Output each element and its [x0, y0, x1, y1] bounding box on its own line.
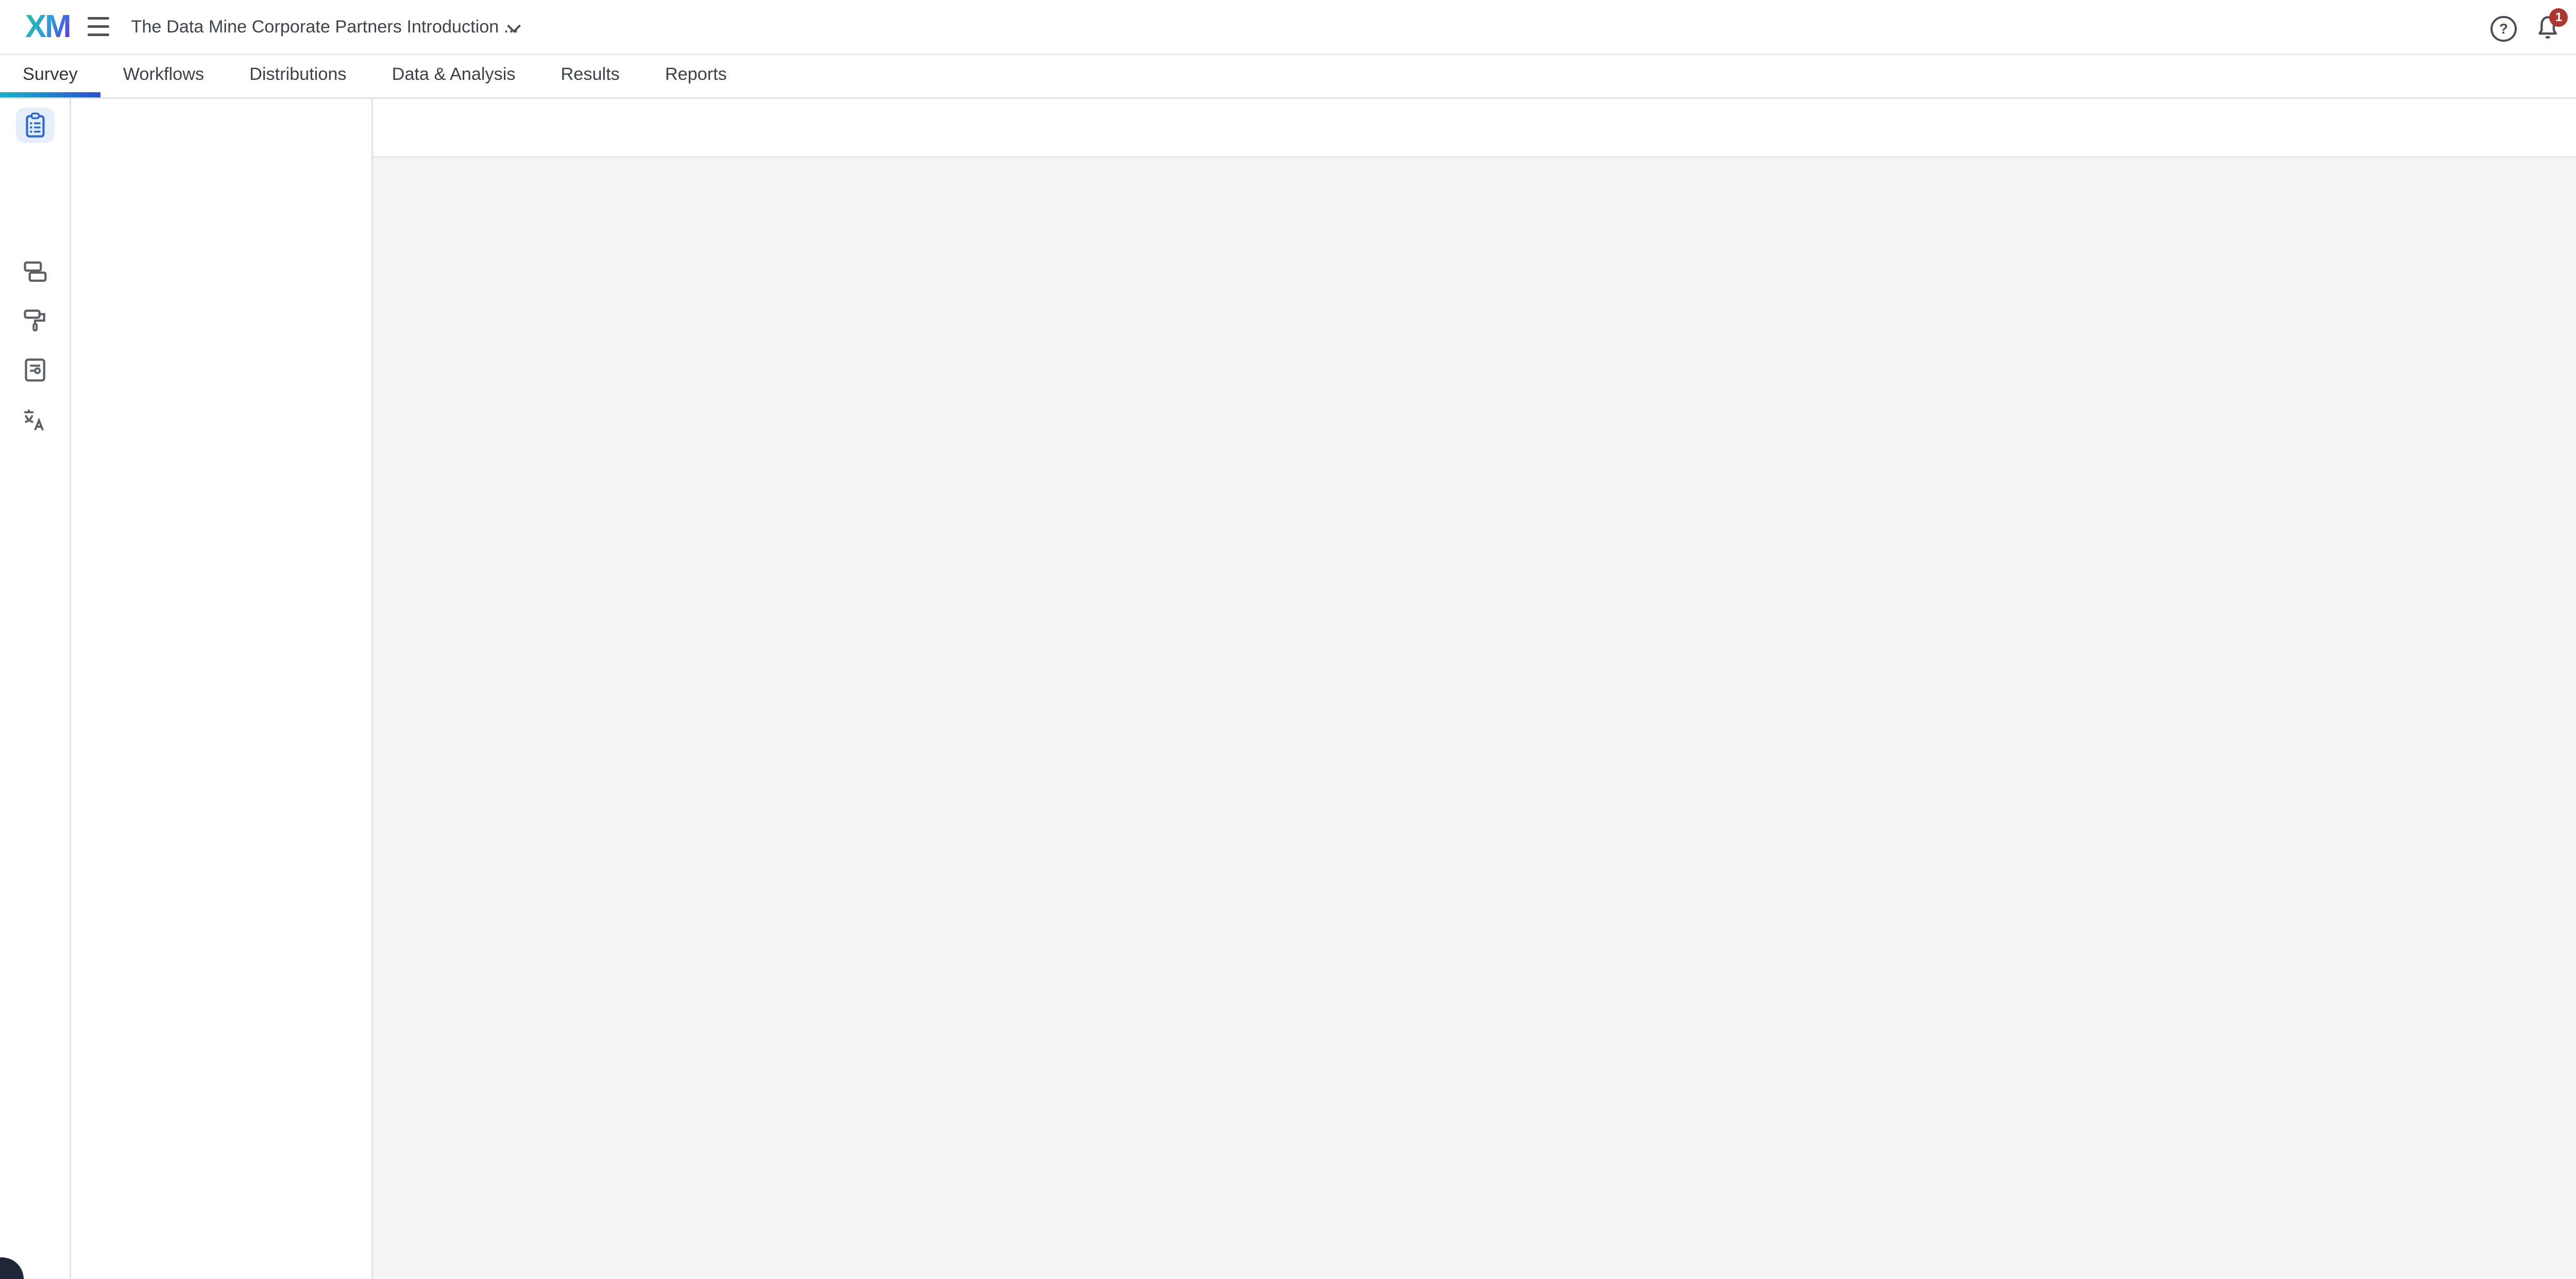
xm-logo: XM: [25, 8, 70, 45]
help-icon[interactable]: ?: [2490, 16, 2516, 42]
rail-survey-builder-icon[interactable]: [16, 108, 55, 143]
tab-data-analysis[interactable]: Data & Analysis: [369, 54, 538, 97]
tab-survey[interactable]: Survey: [0, 54, 100, 97]
edit-question-panel: [72, 97, 373, 1279]
hamburger-menu-icon[interactable]: [88, 17, 109, 37]
rail-survey-flow-icon[interactable]: [16, 254, 55, 290]
tab-workflows[interactable]: Workflows: [100, 54, 227, 97]
survey-toolbar: [371, 97, 2576, 158]
rail-translations-icon[interactable]: [16, 402, 55, 438]
active-tab-underline: [0, 92, 100, 97]
survey-menu-title[interactable]: The Data Mine Corporate Partners Introdu…: [131, 0, 518, 54]
top-bar: XM The Data Mine Corporate Partners Intr…: [0, 0, 2576, 55]
survey-canvas: [371, 156, 2576, 1279]
tab-results[interactable]: Results: [538, 54, 642, 97]
tab-distributions[interactable]: Distributions: [227, 54, 369, 97]
main-nav-tabs: Survey Workflows Distributions Data & An…: [0, 54, 2576, 99]
qualtrics-survey-builder: XM The Data Mine Corporate Partners Intr…: [0, 0, 2576, 1279]
notification-badge[interactable]: 1: [2549, 8, 2568, 27]
tab-reports[interactable]: Reports: [642, 54, 750, 97]
rail-look-and-feel-icon[interactable]: [16, 302, 55, 338]
rail-survey-options-icon[interactable]: [16, 352, 55, 388]
left-icon-rail: [0, 97, 71, 1279]
